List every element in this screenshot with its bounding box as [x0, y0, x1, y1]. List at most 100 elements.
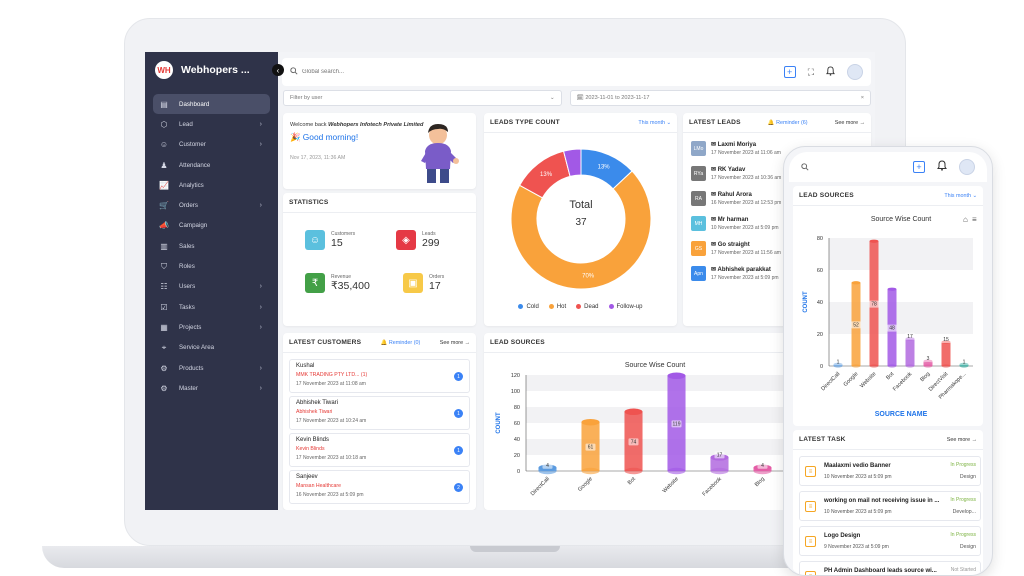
chevron-right-icon: › [259, 202, 262, 210]
chevron-right-icon: › [259, 283, 262, 291]
task-date: 9 November 2023 at 5:09 pm [824, 544, 889, 550]
task-item[interactable]: ≡ Maalaxmi vedio Banner 10 November 2023 a… [799, 456, 981, 486]
location-icon: ⌖ [161, 342, 167, 352]
lead-item[interactable]: RYa ✉ RK Yadav 17 November 2023 at 10:36 a… [691, 166, 781, 181]
phone-lead-sources-filter[interactable]: This month ⌄ [944, 193, 977, 199]
sidebar-item-label: Lead [179, 120, 193, 128]
customer-date: 17 November 2023 at 10:24 am [296, 418, 367, 424]
date-range-input[interactable]: 🗓 2023-11-01 to 2023-11-17 × [569, 90, 871, 106]
sidebar-item-service-area[interactable]: ⌖ Service Area [145, 338, 278, 358]
lead-name-text: Go straight [717, 242, 750, 248]
customer-item[interactable]: Kevin Blinds Kevin Blinds 17 November 2023… [289, 433, 470, 467]
customer-count-badge[interactable]: 1 [454, 372, 463, 381]
sidebar-item-users[interactable]: ☷ Users › [145, 277, 278, 297]
search-input[interactable] [302, 69, 502, 75]
customer-count-badge[interactable]: 2 [454, 483, 463, 492]
legend-item[interactable]: Follow-up [608, 304, 643, 310]
lead-item[interactable]: Apn ✉ Abhishek parakkat 17 November 2023 a… [691, 266, 779, 281]
legend-swatch [576, 304, 582, 309]
task-item[interactable]: ≡ working on mail not receiving issue in … [799, 491, 981, 521]
task-name: Maalaxmi vedio Banner [824, 463, 891, 469]
lead-item[interactable]: MH ✉ Mr harman 10 November 2023 at 5:09 pm [691, 216, 779, 231]
brand[interactable]: WH Webhopers ... [145, 52, 278, 88]
add-icon[interactable]: + [913, 161, 925, 173]
customer-item[interactable]: Abhishek Tiwari Abhishek Tiwari 17 Novembe… [289, 396, 470, 430]
sidebar-item-campaign[interactable]: 📣 Campaign [145, 216, 278, 236]
reminder-link[interactable]: 🔔 Reminder (0) [381, 340, 421, 346]
legend-item[interactable]: Cold [518, 304, 539, 311]
stat-revenue[interactable]: ₹ Revenue ₹35,400 [305, 273, 370, 293]
clear-icon[interactable]: × [861, 95, 864, 101]
see-more-link[interactable]: See more → [835, 120, 865, 126]
customer-item[interactable]: Kushal MMK TRADING PTY LTD... (1) 17 Novem… [289, 359, 470, 393]
customer-item[interactable]: Sanjeev Mansan Healthcare 16 November 2023… [289, 470, 470, 504]
stat-orders[interactable]: ▣ Orders 17 [403, 273, 444, 293]
user-avatar[interactable] [847, 64, 863, 80]
legend-item[interactable]: Hot [548, 304, 566, 310]
leads-type-filter[interactable]: This month ⌄ [638, 120, 671, 126]
sidebar-item-projects[interactable]: ▦ Projects › [145, 317, 278, 337]
customers-icon: ☺ [305, 230, 325, 250]
see-more-link[interactable]: See more → [947, 437, 977, 443]
bar-value-label: 15 [943, 337, 949, 343]
stat-value: 15 [331, 237, 343, 249]
search-icon[interactable] [801, 158, 809, 176]
sidebar-item-products[interactable]: ⚙ Products › [145, 358, 278, 378]
task-item[interactable]: ≡ PH Admin Dashboard leads source wi... No… [799, 561, 981, 575]
collapse-sidebar-button[interactable]: ‹ [272, 64, 284, 76]
bar-cap [581, 418, 600, 426]
bell-icon[interactable] [826, 66, 835, 78]
customer-count-badge[interactable]: 1 [454, 446, 463, 455]
lead-item[interactable]: GS ✉ Go straight 17 November 2023 at 11:56… [691, 241, 781, 256]
chevron-right-icon: › [259, 120, 262, 128]
bar-base [581, 467, 600, 475]
see-more-link[interactable]: See more → [440, 340, 470, 346]
lead-avatar: Apn [691, 266, 706, 281]
sidebar-item-label: Analytics [179, 181, 204, 189]
sidebar-item-master[interactable]: ⚙ Master › [145, 378, 278, 398]
lead-item[interactable]: LMo ✉ Laxmi Moriya 17 November 2023 at 11:… [691, 141, 781, 156]
fullscreen-icon[interactable]: ⛶ [808, 67, 814, 78]
sidebar-item-lead[interactable]: ⬡ Lead › [145, 114, 278, 134]
legend-item[interactable]: Dead [576, 304, 599, 311]
menu-icon[interactable]: ≡ [972, 215, 977, 224]
sidebar-item-label: Tasks [179, 303, 195, 311]
bar-value-label: 119 [673, 421, 681, 427]
sidebar-item-tasks[interactable]: ☑ Tasks › [145, 297, 278, 317]
sidebar-item-customer[interactable]: ☺ Customer › [145, 135, 278, 155]
customer-count-badge[interactable]: 1 [454, 409, 463, 418]
task-item[interactable]: ≡ Logo Design 9 November 2023 at 5:09 pm In… [799, 526, 981, 556]
lead-text: ✉ RK Yadav 17 November 2023 at 10:36 am [711, 166, 781, 181]
legend-label: Cold [526, 304, 539, 311]
task-name: working on mail not receiving issue in .… [824, 498, 940, 504]
phone-filter-label: This month [944, 192, 971, 199]
sidebar-item-label: Master [179, 384, 198, 392]
user-avatar[interactable] [959, 159, 975, 175]
date-range-wrap: 🗓 2023-11-01 to 2023-11-17 [577, 95, 650, 101]
customer-name: Kushal [296, 363, 315, 369]
task-status: In Progress [950, 532, 976, 538]
bar [905, 338, 915, 366]
stat-customers[interactable]: ☺ Customers 15 [305, 230, 355, 250]
bell-icon[interactable] [937, 158, 947, 176]
legend-label: Dead [584, 304, 599, 311]
sidebar-item-label: Campaign [179, 222, 208, 230]
sidebar-item-dashboard[interactable]: ▤ Dashboard [153, 94, 270, 115]
sidebar-item-analytics[interactable]: 📈 Analytics [145, 175, 278, 195]
sidebar-item-sales[interactable]: ▥ Sales [145, 236, 278, 256]
sidebar-item-attendance[interactable]: ♟ Attendance [145, 155, 278, 175]
sidebar-item-orders[interactable]: 🛒 Orders › [145, 195, 278, 215]
grid-band [829, 302, 973, 334]
stat-leads[interactable]: ◈ Leads 299 [396, 230, 440, 250]
cube-icon: ◈ [396, 230, 416, 250]
reminder-link[interactable]: 🔔 Reminder (6) [768, 120, 808, 126]
add-icon[interactable]: + [783, 66, 796, 78]
y-tick-label: 20 [817, 332, 823, 338]
sidebar-item-roles[interactable]: ⛉ Roles [145, 256, 278, 276]
lead-item[interactable]: RA ✉ Rahul Arora 16 November 2023 at 12:53… [691, 191, 781, 206]
latest-task-title: LATEST TASK [799, 436, 846, 443]
customer-name: Kevin Blinds [296, 437, 330, 443]
filter-user-select[interactable]: Filter by user ⌄ [283, 90, 562, 106]
home-icon[interactable]: ⌂ [963, 215, 968, 224]
orders-icon: ▣ [403, 273, 423, 293]
